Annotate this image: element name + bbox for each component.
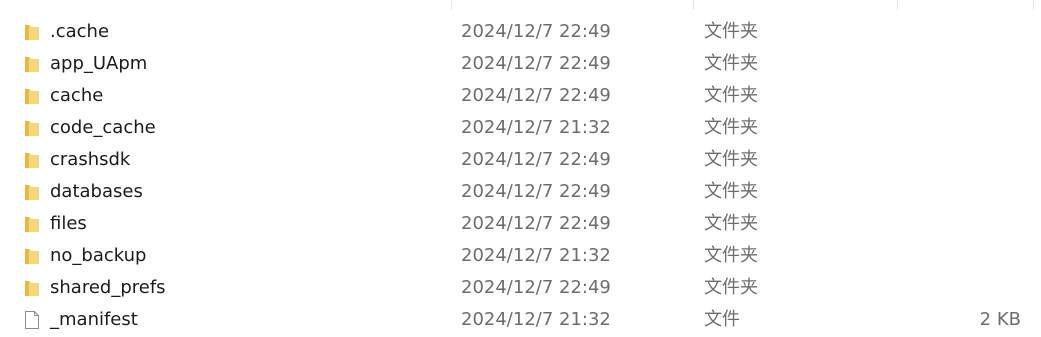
date-modified: 2024/12/7 22:49 bbox=[461, 149, 611, 170]
folder-icon bbox=[24, 279, 40, 297]
column-separator[interactable] bbox=[451, 0, 452, 10]
date-modified: 2024/12/7 22:49 bbox=[461, 181, 611, 202]
file-name: code_cache bbox=[50, 117, 156, 138]
file-row[interactable]: files 2024/12/7 22:49 文件夹 bbox=[0, 208, 1041, 240]
file-type: 文件夹 bbox=[704, 181, 758, 202]
file-name: shared_prefs bbox=[50, 277, 166, 298]
file-type: 文件夹 bbox=[704, 117, 758, 138]
file-name: files bbox=[50, 213, 87, 234]
file-row[interactable]: no_backup 2024/12/7 21:32 文件夹 bbox=[0, 240, 1041, 272]
date-modified: 2024/12/7 21:32 bbox=[461, 309, 611, 330]
column-separator[interactable] bbox=[1033, 0, 1034, 10]
file-type: 文件夹 bbox=[704, 277, 758, 298]
file-type: 文件夹 bbox=[704, 21, 758, 42]
file-type: 文件 bbox=[704, 309, 740, 330]
file-name: app_UApm bbox=[50, 53, 148, 74]
folder-icon bbox=[24, 151, 40, 169]
file-type: 文件夹 bbox=[704, 53, 758, 74]
file-row[interactable]: .cache 2024/12/7 22:49 文件夹 bbox=[0, 16, 1041, 48]
date-modified: 2024/12/7 21:32 bbox=[461, 245, 611, 266]
date-modified: 2024/12/7 21:32 bbox=[461, 117, 611, 138]
file-name: crashsdk bbox=[50, 149, 131, 170]
file-name: databases bbox=[50, 181, 143, 202]
folder-icon bbox=[24, 87, 40, 105]
file-name: no_backup bbox=[50, 245, 147, 266]
file-name: .cache bbox=[50, 21, 110, 42]
file-icon bbox=[24, 311, 40, 329]
date-modified: 2024/12/7 22:49 bbox=[461, 213, 611, 234]
file-row[interactable]: _manifest 2024/12/7 21:32 文件 2 KB bbox=[0, 304, 1041, 336]
column-separator[interactable] bbox=[897, 0, 898, 10]
folder-icon bbox=[24, 247, 40, 265]
folder-icon bbox=[24, 55, 40, 73]
folder-icon bbox=[24, 183, 40, 201]
file-type: 文件夹 bbox=[704, 85, 758, 106]
date-modified: 2024/12/7 22:49 bbox=[461, 277, 611, 298]
date-modified: 2024/12/7 22:49 bbox=[461, 53, 611, 74]
folder-icon bbox=[24, 215, 40, 233]
date-modified: 2024/12/7 22:49 bbox=[461, 85, 611, 106]
file-list: .cache 2024/12/7 22:49 文件夹 app_UApm 2024… bbox=[0, 0, 1041, 337]
folder-icon bbox=[24, 23, 40, 41]
file-name: _manifest bbox=[50, 309, 138, 330]
file-row[interactable]: code_cache 2024/12/7 21:32 文件夹 bbox=[0, 112, 1041, 144]
file-size: 2 KB bbox=[979, 309, 1021, 330]
column-separator[interactable] bbox=[693, 0, 694, 10]
file-name: cache bbox=[50, 85, 104, 106]
date-modified: 2024/12/7 22:49 bbox=[461, 21, 611, 42]
file-row[interactable]: app_UApm 2024/12/7 22:49 文件夹 bbox=[0, 48, 1041, 80]
file-row[interactable]: crashsdk 2024/12/7 22:49 文件夹 bbox=[0, 144, 1041, 176]
file-type: 文件夹 bbox=[704, 149, 758, 170]
file-row[interactable]: databases 2024/12/7 22:49 文件夹 bbox=[0, 176, 1041, 208]
folder-icon bbox=[24, 119, 40, 137]
file-type: 文件夹 bbox=[704, 213, 758, 234]
file-row[interactable]: cache 2024/12/7 22:49 文件夹 bbox=[0, 80, 1041, 112]
file-type: 文件夹 bbox=[704, 245, 758, 266]
file-row[interactable]: shared_prefs 2024/12/7 22:49 文件夹 bbox=[0, 272, 1041, 304]
